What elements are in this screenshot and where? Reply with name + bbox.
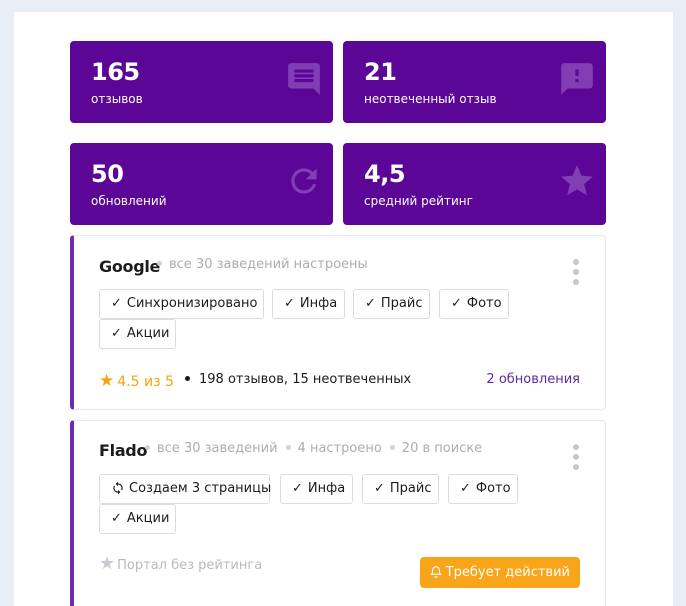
tag-synced[interactable]: ✓ Синхронизировано [99, 289, 264, 319]
card-meta: все 30 заведений 4 настроено 20 в поиске [145, 441, 482, 456]
meta-item: 20 в поиске [401, 441, 483, 456]
tag-photo[interactable]: ✓ Фото [448, 474, 518, 504]
stat-reviews[interactable]: 165 отзывов [70, 41, 333, 123]
stat-unanswered[interactable]: 21 неотвеченный отзыв [343, 41, 606, 123]
tag-info[interactable]: ✓ Инфа [272, 289, 345, 319]
stat-value: 4,5 [364, 160, 406, 188]
meta-item: все 30 заведений [157, 441, 278, 456]
tag-creating-pages[interactable]: Создаем 3 страницы [99, 474, 271, 504]
bell-icon [429, 565, 442, 578]
meta-item: 4 настроено [297, 441, 382, 456]
alert-comment-icon [561, 63, 593, 95]
stat-updates[interactable]: 50 обновлений [70, 143, 333, 225]
no-rating: ★ Портал без рейтинга [99, 553, 263, 574]
stat-label: неотвеченный отзыв [364, 92, 497, 106]
card-meta: все 30 заведений настроены [157, 257, 368, 272]
stat-label: отзывов [91, 92, 143, 106]
star-icon: ★ [99, 371, 115, 391]
more-options-icon[interactable] [573, 444, 579, 470]
stat-label: обновлений [91, 194, 167, 208]
tag-promo[interactable]: ✓ Акции [99, 319, 176, 349]
tag-info[interactable]: ✓ Инфа [280, 474, 353, 504]
tag-photo[interactable]: ✓ Фото [439, 289, 509, 319]
sync-icon [113, 481, 123, 494]
portal-card-flado: Flado все 30 заведений 4 настроено 20 в по… [70, 420, 606, 606]
tag-price[interactable]: ✓ Прайс [353, 289, 430, 319]
stat-value: 21 [364, 58, 397, 86]
updates-link[interactable]: 2 обновления [486, 372, 580, 387]
portal-card-google: Google все 30 заведений настроены ✓ Синхр… [70, 235, 606, 410]
tag-promo[interactable]: ✓ Акции [99, 504, 176, 534]
card-title: Flado [99, 441, 148, 460]
more-options-icon[interactable] [573, 259, 579, 285]
card-title: Google [99, 257, 161, 276]
stat-average-rating[interactable]: 4,5 средний рейтинг [343, 143, 606, 225]
requires-action-button[interactable]: Требует действий [419, 557, 580, 588]
rating: ★ 4.5 из 5 [99, 371, 174, 391]
star-icon: ★ [99, 553, 116, 574]
stat-label: средний рейтинг [364, 194, 473, 208]
comment-icon [288, 63, 320, 95]
stat-value: 50 [91, 160, 124, 188]
meta-item: все 30 заведений настроены [169, 257, 368, 272]
star-icon [561, 165, 593, 196]
reviews-summary: 198 отзывов, 15 неотвеченных [185, 372, 411, 387]
tag-price[interactable]: ✓ Прайс [362, 474, 439, 504]
stat-value: 165 [91, 58, 140, 86]
refresh-icon [291, 168, 317, 194]
